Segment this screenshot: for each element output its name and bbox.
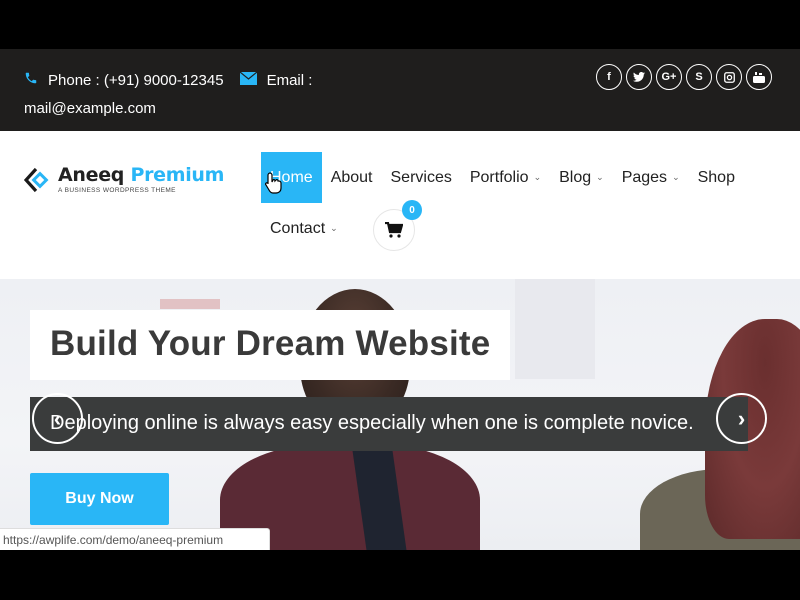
email-link[interactable]: mail@example.com [24, 100, 156, 117]
nav-item-portfolio[interactable]: Portfolio ⌄ [461, 152, 550, 203]
nav-item-shop[interactable]: Shop [689, 152, 744, 203]
cart-icon [385, 222, 403, 238]
logo-diamond-icon [24, 167, 49, 193]
envelope-icon [239, 67, 257, 95]
logo-primary: Aneeq [58, 164, 125, 186]
hero-background [160, 299, 220, 309]
phone-text: Phone : (+91) 9000-12345 [48, 72, 224, 89]
logo-text: Aneeq Premium [58, 164, 224, 186]
main-nav-row-2: Contact ⌄ 0 [261, 200, 422, 254]
skype-icon[interactable]: S [686, 64, 712, 90]
nav-label: Blog [559, 169, 592, 186]
hero-slider: Build Your Dream Website Deploying onlin… [0, 279, 800, 550]
facebook-icon[interactable]: f [596, 64, 622, 90]
hero-background-board [515, 279, 595, 379]
chevron-down-icon: ⌄ [672, 172, 680, 182]
nav-label: Services [390, 169, 452, 186]
email-label: Email : [266, 72, 313, 89]
browser-status-bar-url: https://awplife.com/demo/aneeq-premium [0, 528, 270, 550]
top-contact-bar: Phone : (+91) 9000-12345 Email : mail@ex… [0, 49, 800, 131]
site-logo[interactable]: Aneeq Premium A BUSINESS WORDPRESS THEME [24, 164, 224, 194]
google-plus-icon[interactable]: G+ [656, 64, 682, 90]
browser-viewport: Phone : (+91) 9000-12345 Email : mail@ex… [0, 0, 800, 600]
logo-accent: Premium [130, 164, 225, 186]
phone-icon [24, 67, 38, 95]
nav-item-contact[interactable]: Contact ⌄ [261, 220, 347, 238]
twitter-icon[interactable] [626, 64, 652, 90]
hero-title: Build Your Dream Website [50, 324, 491, 363]
hero-subtitle-box: Deploying online is always easy especial… [30, 397, 748, 451]
slider-next-button[interactable]: › [716, 393, 767, 444]
chevron-down-icon: ⌄ [330, 223, 338, 233]
nav-item-blog[interactable]: Blog ⌄ [550, 152, 613, 203]
site-header: Aneeq Premium A BUSINESS WORDPRESS THEME… [0, 131, 800, 279]
nav-item-pages[interactable]: Pages ⌄ [613, 152, 689, 203]
main-nav: Home About Services Portfolio ⌄ Blog ⌄ Pag… [261, 152, 766, 203]
instagram-icon[interactable] [716, 64, 742, 90]
chevron-down-icon: ⌄ [596, 172, 604, 182]
nav-label: About [330, 169, 373, 186]
chevron-right-icon: › [737, 405, 746, 431]
youtube-icon[interactable] [746, 64, 772, 90]
nav-label: Contact [270, 219, 326, 237]
cart-button[interactable]: 0 [373, 200, 422, 251]
chevron-down-icon: ⌄ [533, 172, 542, 182]
contact-info: Phone : (+91) 9000-12345 Email : mail@ex… [24, 67, 364, 123]
social-links: f G+ S [596, 64, 772, 90]
nav-label: Shop [697, 169, 735, 186]
logo-tagline: A BUSINESS WORDPRESS THEME [58, 187, 176, 194]
nav-item-services[interactable]: Services [382, 152, 461, 203]
nav-item-about[interactable]: About [322, 152, 382, 203]
chevron-left-icon: ‹ [53, 405, 62, 431]
nav-label: Portfolio [469, 169, 529, 186]
slider-prev-button[interactable]: ‹ [32, 393, 83, 444]
cart-count-badge: 0 [402, 200, 422, 220]
nav-label: Pages [621, 169, 668, 186]
buy-now-button[interactable]: Buy Now [30, 473, 169, 525]
hero-subtitle: Deploying online is always easy especial… [50, 412, 694, 434]
hand-pointer-cursor [265, 172, 282, 194]
hero-title-box: Build Your Dream Website [30, 310, 510, 380]
